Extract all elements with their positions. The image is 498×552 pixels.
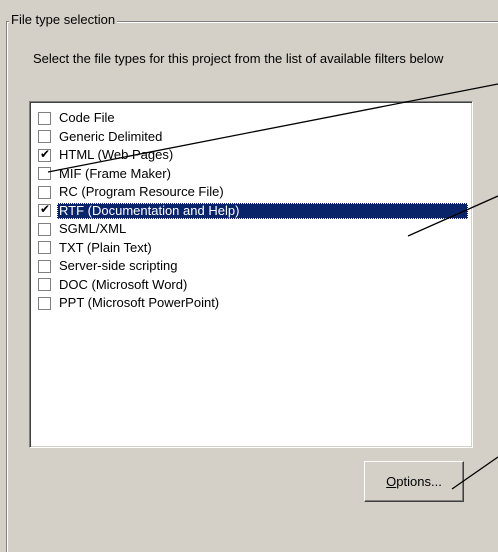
checkbox-unchecked[interactable] <box>38 167 51 181</box>
file-type-item[interactable]: ✔ RTF (Documentation and Help) <box>36 202 468 221</box>
instructions-text: Select the file types for this project f… <box>33 51 444 66</box>
options-button[interactable]: Options... <box>364 461 464 502</box>
file-type-label: PPT (Microsoft PowerPoint) <box>59 295 220 311</box>
file-type-listbox[interactable]: Code File Generic Delimited ✔ HTML (Web Pag… <box>29 101 473 448</box>
file-type-item[interactable]: Server-side scripting <box>36 257 468 276</box>
checkbox-unchecked[interactable] <box>38 111 51 125</box>
checkbox-checked[interactable]: ✔ <box>38 202 51 218</box>
checkbox-unchecked[interactable] <box>38 259 51 273</box>
checkbox-checked[interactable]: ✔ <box>38 146 51 162</box>
checkbox-unchecked[interactable] <box>38 222 51 236</box>
file-type-label: RTF (Documentation and Help) <box>57 202 468 219</box>
options-button-accel: O <box>386 474 397 489</box>
file-type-item[interactable]: SGML/XML <box>36 220 468 239</box>
file-type-item[interactable]: PPT (Microsoft PowerPoint) <box>36 294 468 313</box>
file-type-item[interactable]: ✔ HTML (Web Pages) <box>36 146 468 165</box>
checkmark-icon: ✔ <box>39 202 51 217</box>
file-type-selection-panel: File type selection Select the file type… <box>0 0 498 552</box>
file-type-list: Code File Generic Delimited ✔ HTML (Web Pag… <box>36 109 468 313</box>
file-type-label: MIF (Frame Maker) <box>59 165 171 181</box>
options-button-label: ptions... <box>396 474 442 489</box>
file-type-label: SGML/XML <box>59 221 127 237</box>
checkbox-unchecked[interactable] <box>38 278 51 292</box>
file-type-label: Server-side scripting <box>59 258 178 274</box>
file-type-item[interactable]: Code File <box>36 109 468 128</box>
groupbox-legend: File type selection <box>9 12 118 28</box>
checkmark-icon: ✔ <box>39 146 51 161</box>
checkbox-unchecked[interactable] <box>38 130 51 144</box>
file-type-item[interactable]: Generic Delimited <box>36 128 468 147</box>
checkbox-unchecked[interactable] <box>38 185 51 199</box>
file-type-label: RC (Program Resource File) <box>59 184 224 200</box>
file-type-label: HTML (Web Pages) <box>59 147 174 163</box>
file-type-item[interactable]: MIF (Frame Maker) <box>36 165 468 184</box>
file-type-item[interactable]: RC (Program Resource File) <box>36 183 468 202</box>
file-type-label: DOC (Microsoft Word) <box>59 276 188 292</box>
file-type-item[interactable]: TXT (Plain Text) <box>36 239 468 258</box>
file-type-item[interactable]: DOC (Microsoft Word) <box>36 276 468 295</box>
file-type-label: TXT (Plain Text) <box>59 239 152 255</box>
checkbox-unchecked[interactable] <box>38 241 51 255</box>
file-type-label: Generic Delimited <box>59 128 163 144</box>
checkbox-unchecked[interactable] <box>38 296 51 310</box>
file-type-label: Code File <box>59 110 115 126</box>
